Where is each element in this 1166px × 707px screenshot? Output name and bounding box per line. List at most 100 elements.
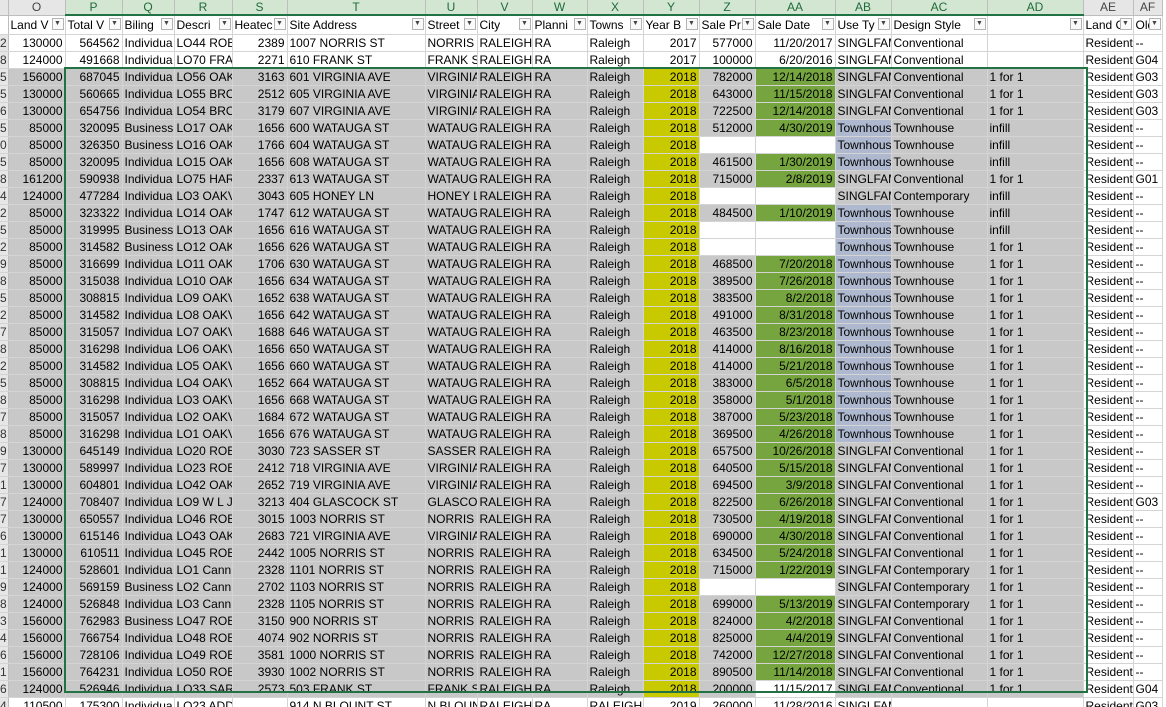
cell-v[interactable]: RALEIGH — [477, 68, 533, 86]
cell-y[interactable]: 2018 — [643, 374, 700, 392]
cell-ad[interactable]: 1 for 1 — [987, 255, 1084, 273]
cell-o[interactable]: 130000 — [8, 544, 66, 562]
cell-ad[interactable]: 1 for 1 — [987, 238, 1084, 256]
cell-t[interactable]: 1003 NORRIS ST — [287, 510, 426, 528]
cell-ad[interactable]: 1 for 1 — [987, 493, 1084, 511]
cell-ad[interactable]: 1 for 1 — [987, 408, 1084, 426]
cell-ad[interactable]: 1 for 1 — [987, 306, 1084, 324]
cell-u[interactable]: NORRIS S — [425, 34, 478, 52]
cell-v[interactable]: RALEIGH — [477, 391, 533, 409]
cell-af[interactable]: G03 — [1133, 493, 1163, 511]
cell-af[interactable]: -- — [1133, 629, 1163, 647]
cell-p[interactable]: 316298 — [65, 391, 123, 409]
cell-ae[interactable]: Residenti — [1083, 119, 1134, 137]
cell-v[interactable]: RALEIGH — [477, 408, 533, 426]
cell-s[interactable]: 1656 — [232, 272, 288, 290]
cell-ad[interactable]: 1 for 1 — [987, 646, 1084, 664]
cell-ae[interactable]: Residenti — [1083, 595, 1134, 613]
cell-af[interactable]: G03 — [1133, 85, 1163, 103]
cell-q[interactable]: Individua — [122, 493, 175, 511]
cell-p[interactable]: 308815 — [65, 374, 123, 392]
cell-v[interactable]: RALEIGH — [477, 34, 533, 52]
cell-z[interactable]: 699000 — [699, 595, 756, 613]
cell-v[interactable]: RALEIGH — [477, 221, 533, 239]
cell-ad[interactable] — [987, 34, 1084, 52]
cell-ab[interactable]: SINGLFAM — [835, 578, 892, 596]
cell-ad[interactable]: 1 for 1 — [987, 544, 1084, 562]
cell-aa[interactable]: 1/10/2019 — [755, 204, 836, 222]
cell-ad[interactable]: infill — [987, 204, 1084, 222]
cell-ac[interactable]: Contemporary — [891, 187, 988, 205]
cell-af[interactable]: -- — [1133, 255, 1163, 273]
row-number[interactable]: 4 — [0, 629, 9, 647]
column-letter-s[interactable]: S — [232, 0, 288, 16]
cell-ac[interactable]: Contemporary — [891, 595, 988, 613]
cell-af[interactable]: -- — [1133, 578, 1163, 596]
row-number[interactable]: 2 — [0, 204, 9, 222]
cell-t[interactable]: 638 WATAUGA ST — [287, 289, 426, 307]
cell-x[interactable]: Raleigh — [587, 170, 644, 188]
cell-z[interactable]: 387000 — [699, 408, 756, 426]
cell-ab[interactable]: SINGLFAM — [835, 697, 892, 707]
cell-ad[interactable]: infill — [987, 221, 1084, 239]
row-number[interactable]: 1 — [0, 476, 9, 494]
cell-o[interactable]: 85000 — [8, 374, 66, 392]
cell-y[interactable]: 2018 — [643, 561, 700, 579]
cell-o[interactable]: 130000 — [8, 459, 66, 477]
cell-s[interactable]: 3043 — [232, 187, 288, 205]
cell-o[interactable]: 156000 — [8, 663, 66, 681]
cell-af[interactable]: -- — [1133, 357, 1163, 375]
cell-q[interactable]: Individua — [122, 391, 175, 409]
cell-ad[interactable]: 1 for 1 — [987, 102, 1084, 120]
cell-o[interactable]: 124000 — [8, 680, 66, 698]
cell-af[interactable]: -- — [1133, 527, 1163, 545]
filter-dropdown-icon[interactable]: ▼ — [877, 18, 890, 30]
cell-r[interactable]: LO46 ROB — [174, 510, 233, 528]
cell-o[interactable]: 85000 — [8, 323, 66, 341]
cell-q[interactable]: Individua — [122, 187, 175, 205]
cell-v[interactable]: RALEIGH — [477, 578, 533, 596]
cell-ad[interactable]: 1 for 1 — [987, 289, 1084, 307]
filter-dropdown-icon[interactable]: ▼ — [108, 18, 121, 30]
cell-u[interactable]: WATAUG — [425, 204, 478, 222]
cell-w[interactable]: RA — [532, 187, 588, 205]
cell-u[interactable]: NORRIS S — [425, 578, 478, 596]
cell-aa[interactable]: 8/23/2018 — [755, 323, 836, 341]
cell-p[interactable]: 604801 — [65, 476, 123, 494]
cell-s[interactable]: 1766 — [232, 136, 288, 154]
cell-p[interactable]: 526848 — [65, 595, 123, 613]
cell-ad[interactable]: 1 for 1 — [987, 272, 1084, 290]
cell-ae[interactable]: Residenti — [1083, 408, 1134, 426]
cell-u[interactable]: WATAUG — [425, 391, 478, 409]
cell-r[interactable]: LO75 HAR — [174, 170, 233, 188]
cell-z[interactable]: 634500 — [699, 544, 756, 562]
cell-w[interactable]: RA — [532, 153, 588, 171]
cell-s[interactable]: 1656 — [232, 238, 288, 256]
cell-aa[interactable]: 4/30/2019 — [755, 119, 836, 137]
cell-z[interactable]: 722500 — [699, 102, 756, 120]
cell-p[interactable]: 615146 — [65, 527, 123, 545]
cell-aa[interactable]: 7/26/2018 — [755, 272, 836, 290]
cell-ae[interactable]: Residenti — [1083, 476, 1134, 494]
cell-aa[interactable]: 5/23/2018 — [755, 408, 836, 426]
row-number[interactable]: 8 — [0, 425, 9, 443]
filter-dropdown-icon[interactable]: ▼ — [1148, 17, 1161, 30]
cell-u[interactable]: WATAUG — [425, 119, 478, 137]
cell-ae[interactable]: Residenti — [1083, 221, 1134, 239]
cell-ac[interactable]: Conventional — [891, 51, 988, 69]
cell-ac[interactable]: Conventional — [891, 612, 988, 630]
cell-ab[interactable]: Townhous — [835, 136, 892, 154]
cell-t[interactable]: 605 VIRGINIA AVE — [287, 85, 426, 103]
cell-ab[interactable]: Townhous — [835, 408, 892, 426]
cell-ae[interactable]: Residenti — [1083, 102, 1134, 120]
cell-w[interactable]: RA — [532, 527, 588, 545]
cell-x[interactable]: Raleigh — [587, 340, 644, 358]
cell-z[interactable] — [699, 238, 756, 256]
cell-r[interactable]: LO14 OAK — [174, 204, 233, 222]
column-letter-af[interactable]: AF — [1133, 0, 1163, 16]
cell-p[interactable]: 610511 — [65, 544, 123, 562]
cell-ae[interactable]: Residenti — [1083, 340, 1134, 358]
cell-y[interactable]: 2018 — [643, 425, 700, 443]
cell-t[interactable]: 612 WATAUGA ST — [287, 204, 426, 222]
cell-q[interactable]: Individua — [122, 34, 175, 52]
